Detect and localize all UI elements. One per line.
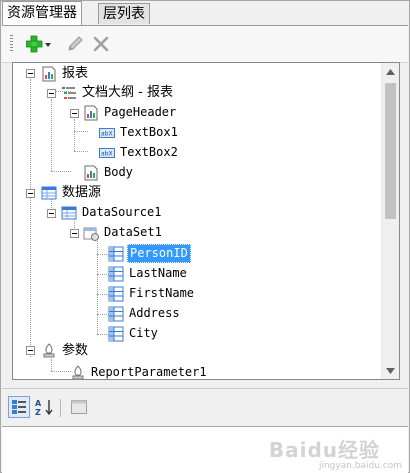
field-icon bbox=[108, 286, 124, 301]
tree-node-data-sources[interactable]: 数据源 bbox=[41, 183, 103, 202]
alphabetical-button[interactable]: A Z bbox=[34, 396, 56, 418]
selected-tree-node-label: PersonID bbox=[127, 244, 191, 263]
data-sources-icon bbox=[41, 186, 57, 199]
tab-resource-explorer[interactable]: 资源管理器 bbox=[2, 1, 82, 25]
tree-node-pageheader[interactable]: PageHeader bbox=[83, 103, 178, 122]
tree-node-textbox1[interactable]: abX TextBox1 bbox=[99, 123, 180, 142]
tree-view[interactable]: 报表 文档大纲 - 报表 PageHeader abX TextBox1 abX… bbox=[12, 62, 400, 380]
tree-node-label: ReportParameter1 bbox=[91, 365, 207, 379]
collapse-pageheader-toggle[interactable] bbox=[70, 109, 79, 118]
toolbar-grip[interactable] bbox=[10, 35, 13, 53]
scrollbar-thumb[interactable] bbox=[385, 83, 396, 219]
tree-node-label: FirstName bbox=[129, 286, 195, 300]
tree-node-parameters[interactable]: 参数 bbox=[41, 341, 90, 360]
categorized-icon bbox=[12, 400, 26, 414]
tree-line bbox=[30, 79, 32, 357]
svg-text:abX: abX bbox=[101, 150, 113, 157]
tree-node-document-outline[interactable]: 文档大纲 - 报表 bbox=[61, 83, 175, 102]
collapse-datasources-toggle[interactable] bbox=[26, 189, 35, 198]
collapse-doc-outline-toggle[interactable] bbox=[47, 89, 56, 98]
tree-node-datasource1[interactable]: DataSource1 bbox=[61, 203, 163, 222]
vertical-scrollbar[interactable] bbox=[381, 63, 399, 379]
scroll-up-button[interactable] bbox=[382, 63, 399, 80]
tree-line bbox=[51, 99, 53, 171]
pencil-icon bbox=[68, 36, 83, 51]
collapse-dataset1-toggle[interactable] bbox=[70, 229, 79, 238]
datasource-icon bbox=[61, 206, 77, 219]
watermark-logo: Baidu经验 bbox=[269, 434, 380, 463]
tree-line bbox=[51, 371, 71, 373]
svg-text:Z: Z bbox=[35, 408, 41, 416]
tree-node-label: LastName bbox=[129, 266, 187, 280]
tree-node-label: Address bbox=[129, 306, 180, 320]
tree-node-report[interactable]: 报表 bbox=[41, 64, 90, 83]
tree-line bbox=[51, 359, 53, 371]
collapse-parameters-toggle[interactable] bbox=[26, 346, 35, 355]
tree-node-reportparameter1[interactable]: ReportParameter1 bbox=[70, 363, 209, 379]
tree-node-label: TextBox2 bbox=[120, 145, 178, 159]
tree-line bbox=[51, 171, 71, 173]
add-button[interactable] bbox=[26, 32, 52, 56]
tree-node-label: City bbox=[129, 326, 158, 340]
property-pages-icon bbox=[71, 400, 87, 414]
report-explorer-panel: 资源管理器 层列表 报表 文档大纲 - 报表 PageHeader abX Te… bbox=[0, 0, 410, 473]
sort-alphabetical-icon: A Z bbox=[35, 399, 53, 416]
chevron-up-icon bbox=[386, 68, 395, 75]
report-section-icon bbox=[84, 105, 98, 120]
tree-node-dataset1[interactable]: DataSet1 bbox=[83, 223, 164, 242]
tree-node-label: Body bbox=[104, 165, 133, 179]
tree-node-textbox2[interactable]: abX TextBox2 bbox=[99, 143, 180, 162]
report-icon bbox=[42, 66, 56, 81]
field-icon bbox=[108, 266, 124, 281]
tree-node-label: 参数 bbox=[62, 343, 89, 358]
categorized-button[interactable] bbox=[8, 396, 30, 418]
svg-text:abX: abX bbox=[101, 130, 113, 137]
parameter-icon bbox=[72, 364, 84, 379]
x-icon bbox=[93, 36, 109, 52]
watermark-url: jingyan.baidu.com bbox=[318, 461, 402, 471]
tree-node-label: 文档大纲 - 报表 bbox=[82, 85, 173, 100]
toolbar bbox=[2, 25, 408, 63]
report-section-icon bbox=[84, 165, 98, 180]
properties-toolbar: A Z bbox=[2, 388, 408, 425]
edit-button[interactable] bbox=[66, 32, 84, 56]
tab-strip: 资源管理器 层列表 bbox=[1, 1, 409, 25]
tree-content: 报表 文档大纲 - 报表 PageHeader abX TextBox1 abX… bbox=[13, 63, 381, 379]
parameters-icon bbox=[43, 342, 55, 357]
collapse-report-toggle[interactable] bbox=[26, 69, 35, 78]
tree-node-field-city[interactable]: City bbox=[108, 324, 160, 343]
field-icon bbox=[108, 326, 124, 341]
tree-line bbox=[74, 119, 76, 151]
tree-node-label: 数据源 bbox=[62, 185, 102, 200]
tree-node-field-firstname[interactable]: FirstName bbox=[108, 284, 196, 303]
field-icon bbox=[108, 246, 124, 261]
tree-node-body[interactable]: Body bbox=[83, 163, 135, 182]
tree-node-field-lastname[interactable]: LastName bbox=[108, 264, 189, 283]
tree-node-field-address[interactable]: Address bbox=[108, 304, 182, 323]
chevron-down-icon bbox=[386, 367, 395, 374]
tab-layer-list[interactable]: 层列表 bbox=[98, 3, 150, 24]
watermark-logo-text: Baidu经验 bbox=[268, 438, 380, 462]
tree-node-field-personid[interactable]: PersonID bbox=[108, 244, 191, 263]
tree-node-label: TextBox1 bbox=[120, 125, 178, 139]
tree-line bbox=[74, 131, 88, 133]
tree-line bbox=[74, 151, 88, 153]
tree-node-label: 报表 bbox=[62, 66, 89, 81]
tree-node-label: DataSource1 bbox=[82, 205, 162, 219]
delete-button[interactable] bbox=[92, 32, 110, 56]
toolbar-separator bbox=[60, 399, 61, 417]
field-icon bbox=[108, 306, 124, 321]
property-description-area: Baidu经验 jingyan.baidu.com bbox=[2, 426, 408, 473]
outline-icon bbox=[62, 86, 76, 99]
property-pages-button[interactable] bbox=[68, 396, 90, 418]
textbox-icon: abX bbox=[99, 147, 115, 158]
textbox-icon: abX bbox=[99, 127, 115, 138]
svg-text:A: A bbox=[35, 399, 42, 408]
dataset-icon bbox=[83, 227, 99, 241]
collapse-datasource1-toggle[interactable] bbox=[47, 209, 56, 218]
scroll-down-button[interactable] bbox=[382, 362, 399, 379]
plus-icon bbox=[26, 35, 51, 53]
tree-node-label: PageHeader bbox=[104, 105, 177, 119]
tree-node-label: DataSet1 bbox=[104, 225, 162, 239]
